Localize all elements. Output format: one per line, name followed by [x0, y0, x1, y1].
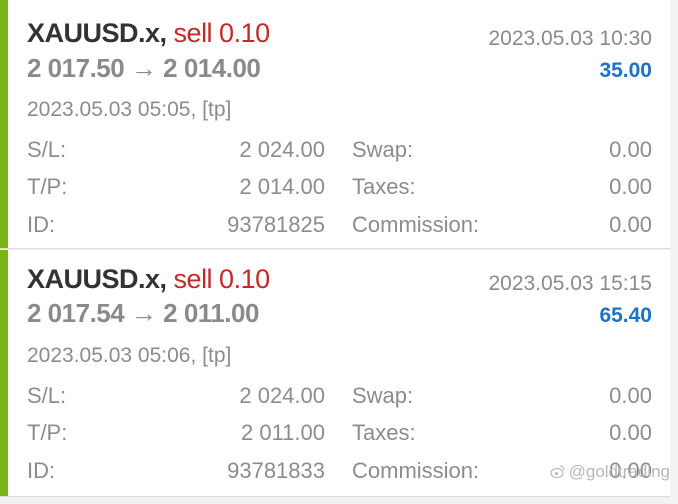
taxes-value: 0.00 — [609, 420, 652, 445]
id-value: 93781825 — [227, 212, 325, 237]
tp-value: 2 014.00 — [239, 174, 325, 199]
commission-label: Commission: — [352, 458, 480, 483]
id-value: 93781833 — [227, 458, 325, 483]
commission-value: 0.00 — [609, 212, 652, 237]
swap-value: 0.00 — [609, 137, 652, 162]
tp-label: T/P: — [27, 420, 68, 445]
trade-symbol: XAUUSD.x, — [27, 264, 167, 294]
trade-prices: 2 017.54 → 2 011.00 — [27, 298, 259, 328]
trade-close-time: 2023.05.03 10:30 — [488, 27, 653, 50]
sl-label: S/L: — [27, 383, 67, 408]
status-bar — [0, 250, 8, 496]
trade-side: sell 0.10 — [173, 264, 271, 294]
trade-header: XAUUSD.x, sell 0.10 — [27, 264, 270, 295]
taxes-label: Taxes: — [352, 174, 416, 199]
tp-label: T/P: — [27, 174, 68, 199]
swap-label: Swap: — [352, 137, 414, 162]
sl-value: 2 024.00 — [239, 383, 325, 408]
commission-label: Commission: — [352, 212, 480, 237]
watermark-text: @goldtrading — [568, 462, 670, 481]
weibo-icon — [550, 463, 566, 479]
trade-card[interactable]: XAUUSD.x, sell 0.10 2 017.50 → 2 014.00 … — [0, 0, 670, 249]
trade-profit: 35.00 — [599, 59, 652, 82]
watermark: @goldtrading — [550, 462, 670, 482]
id-label: ID: — [27, 212, 56, 237]
trade-close-time: 2023.05.03 15:15 — [488, 272, 653, 295]
sl-value: 2 024.00 — [239, 137, 325, 162]
trade-symbol: XAUUSD.x, — [27, 18, 167, 48]
trade-open-info: 2023.05.03 05:05, [tp] — [27, 98, 232, 121]
trade-prices: 2 017.50 → 2 014.00 — [27, 53, 261, 83]
status-bar — [0, 0, 8, 248]
swap-label: Swap: — [352, 383, 414, 408]
id-label: ID: — [27, 458, 56, 483]
taxes-label: Taxes: — [352, 420, 416, 445]
trade-header: XAUUSD.x, sell 0.10 — [27, 18, 270, 49]
sl-label: S/L: — [27, 137, 67, 162]
trade-side: sell 0.10 — [173, 18, 271, 48]
trade-open-info: 2023.05.03 05:06, [tp] — [27, 344, 232, 367]
taxes-value: 0.00 — [609, 174, 652, 199]
trade-card[interactable]: XAUUSD.x, sell 0.10 2 017.54 → 2 011.00 … — [0, 250, 670, 497]
trade-profit: 65.40 — [599, 304, 652, 327]
tp-value: 2 011.00 — [240, 420, 325, 445]
swap-value: 0.00 — [609, 383, 652, 408]
